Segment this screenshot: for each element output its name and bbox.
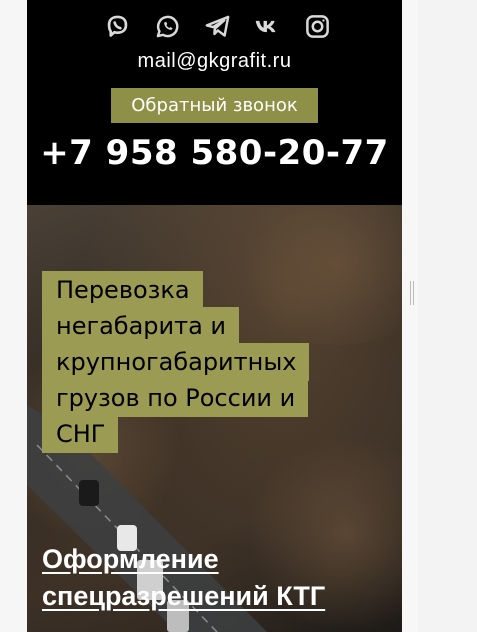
vk-icon[interactable] (251, 10, 284, 43)
hero-title-text: Перевозка негабарита и крупногабаритных … (42, 271, 310, 453)
phone-number-link[interactable]: +7 958 580-20-77 (27, 133, 402, 173)
viber-icon[interactable] (101, 10, 134, 43)
email-link[interactable]: mail@gkgrafit.ru (27, 50, 402, 73)
callback-button[interactable]: Обратный звонок (111, 88, 318, 123)
right-panel (402, 0, 477, 632)
hero-title: Перевозка негабарита и крупногабаритных … (42, 271, 342, 453)
header: mail@gkgrafit.ru Обратный звонок +7 958 … (27, 0, 402, 205)
whatsapp-icon[interactable] (151, 10, 184, 43)
right-panel-strip (418, 0, 477, 632)
hero-section: Перевозка негабарита и крупногабаритных … (27, 205, 402, 632)
mobile-page: mail@gkgrafit.ru Обратный звонок +7 958 … (27, 0, 402, 632)
resize-handle[interactable] (410, 281, 414, 305)
social-links (101, 10, 334, 43)
instagram-icon[interactable] (301, 10, 334, 43)
permits-link[interactable]: Оформление спецразрешений КТГ (42, 541, 372, 615)
telegram-icon[interactable] (201, 10, 234, 43)
